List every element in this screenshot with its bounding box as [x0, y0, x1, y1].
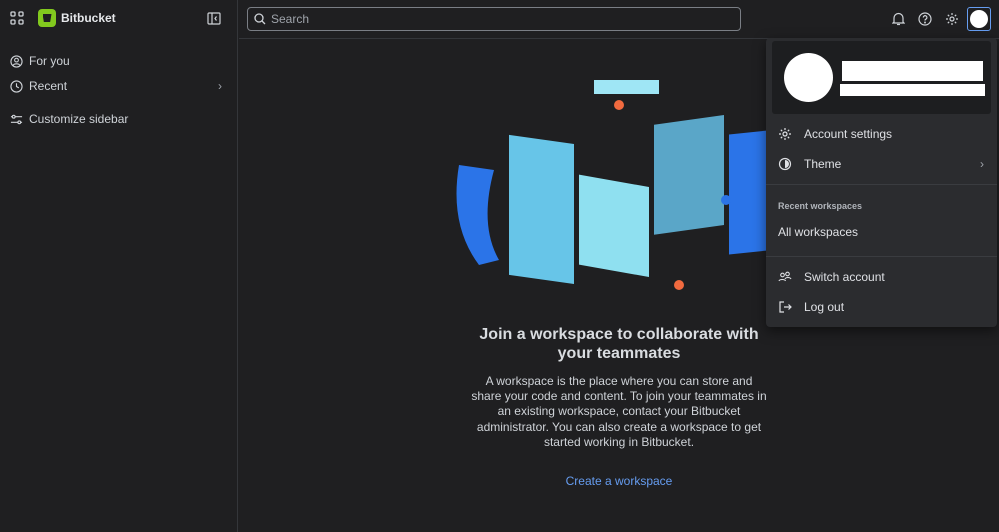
bell-icon	[891, 12, 905, 26]
gear-icon	[779, 128, 791, 140]
clock-icon	[10, 79, 23, 93]
page-title: Join a workspace to collaborate with you…	[479, 326, 759, 362]
gear-icon	[946, 13, 958, 25]
account-settings-item[interactable]: Account settings	[778, 120, 988, 148]
bitbucket-logo-icon	[38, 9, 56, 27]
log-out-item[interactable]: Log out	[778, 293, 988, 321]
notifications-button[interactable]	[888, 9, 908, 29]
avatar	[970, 10, 988, 28]
search-input[interactable]: Search	[247, 7, 741, 31]
recent-workspaces-heading: Recent workspaces	[778, 201, 863, 211]
profile-menu: Account settings Theme › Recent workspac…	[766, 38, 997, 327]
workspace-illustration	[456, 80, 769, 290]
sidebar: Bitbucket For you Recent › Customize sid…	[0, 0, 238, 532]
create-workspace-link[interactable]: Create a workspace	[469, 474, 769, 488]
chevron-right-icon: ›	[218, 79, 222, 93]
all-workspaces-item[interactable]: All workspaces	[778, 218, 988, 246]
grid-icon	[10, 11, 24, 25]
sidebar-item-customize[interactable]: Customize sidebar	[10, 107, 228, 131]
help-button[interactable]	[915, 9, 935, 29]
chevron-right-icon: ›	[980, 157, 984, 171]
settings-button[interactable]	[942, 9, 962, 29]
sidebar-collapse-icon	[207, 12, 221, 25]
sidebar-item-recent[interactable]: Recent ›	[10, 74, 228, 98]
search-icon	[254, 13, 266, 25]
switch-account-item[interactable]: Switch account	[778, 263, 988, 291]
profile-email-redacted	[840, 84, 985, 96]
profile-card	[772, 41, 991, 114]
divider	[766, 256, 997, 257]
page-description: A workspace is the place where you can s…	[471, 374, 767, 449]
app-name: Bitbucket	[61, 11, 116, 25]
theme-icon	[778, 157, 792, 171]
divider	[766, 184, 997, 185]
sliders-icon	[10, 114, 23, 124]
collapse-sidebar-button[interactable]	[207, 12, 221, 25]
sidebar-item-for-you[interactable]: For you	[10, 49, 228, 73]
profile-button[interactable]	[967, 7, 991, 31]
people-icon	[778, 271, 792, 282]
help-icon	[918, 12, 932, 26]
bitbucket-logo[interactable]: Bitbucket	[38, 9, 116, 27]
profile-name-redacted	[842, 61, 983, 81]
top-bar: Search	[239, 0, 999, 39]
person-circle-icon	[10, 54, 23, 68]
theme-item[interactable]: Theme ›	[778, 150, 988, 178]
profile-avatar	[784, 53, 833, 102]
log-out-icon	[779, 301, 792, 313]
app-switcher-button[interactable]	[10, 11, 24, 25]
